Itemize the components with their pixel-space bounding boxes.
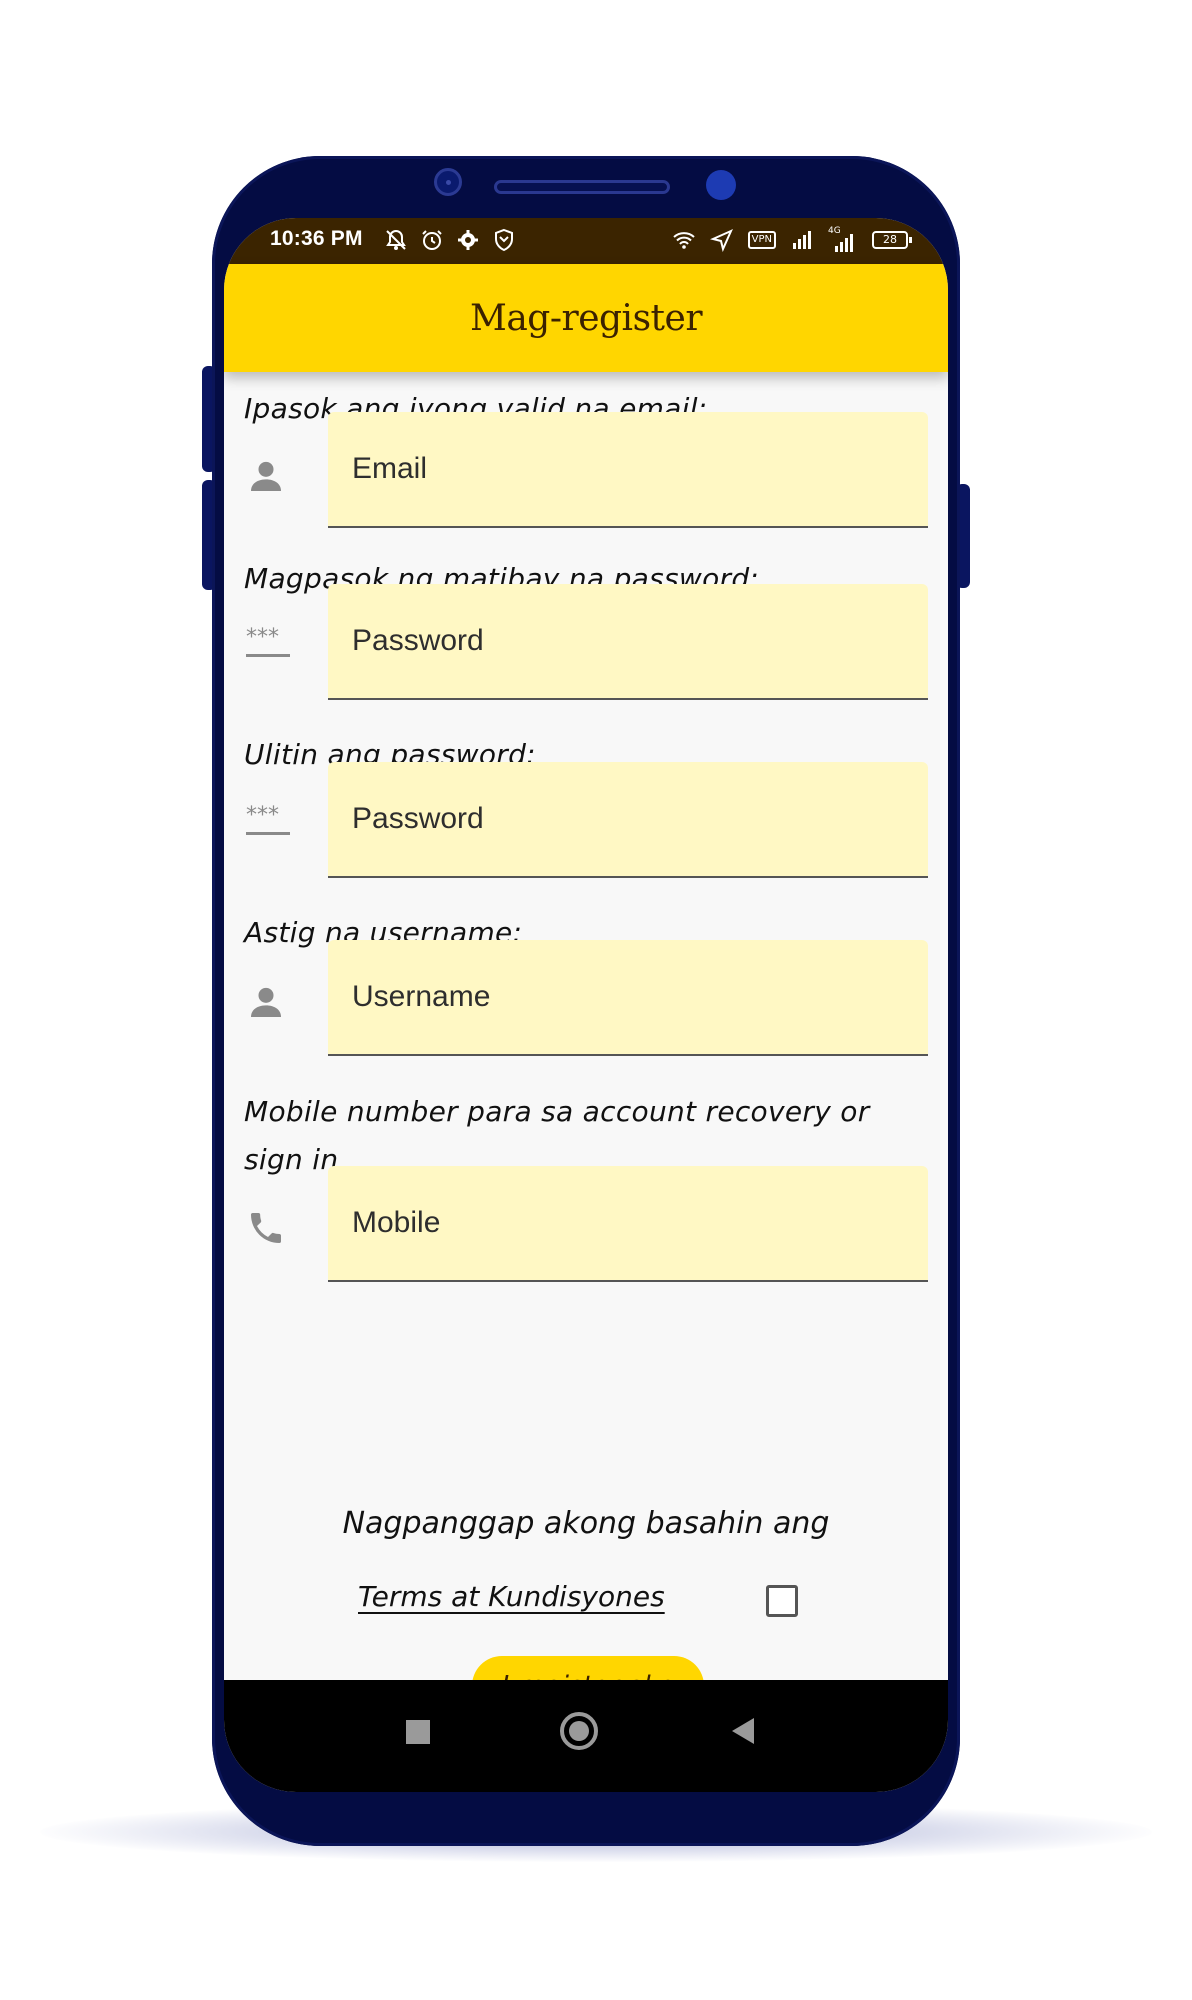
- username-placeholder: Username: [352, 980, 491, 1013]
- password-placeholder: Password: [352, 624, 484, 657]
- email-field[interactable]: Email: [328, 412, 928, 528]
- signal-4g-icon: 4G: [828, 226, 858, 252]
- battery-level: 28: [883, 233, 897, 246]
- app-bar: Mag-register: [224, 264, 948, 372]
- terms-checkbox[interactable]: [766, 1585, 798, 1617]
- confirm-password-field[interactable]: Password: [328, 762, 928, 878]
- vpn-label: VPN: [751, 234, 772, 245]
- person-icon: [251, 987, 281, 1017]
- person-icon: [251, 461, 281, 491]
- front-camera: [434, 168, 462, 196]
- password-icon: ***: [246, 625, 290, 657]
- page-title: Mag-register: [469, 297, 703, 339]
- status-right-icons: VPN 4G 28: [672, 226, 912, 252]
- phone-icon: [251, 1213, 281, 1243]
- confirm-password-placeholder: Password: [352, 802, 484, 835]
- earpiece-speaker: [494, 180, 670, 194]
- signal-icon: [793, 231, 811, 249]
- status-left-icons: [384, 228, 516, 252]
- battery-icon: 28: [872, 231, 912, 249]
- phone-frame: 10:36 PM VPN 4G 28 Mag-register Ipasok a…: [212, 156, 960, 1846]
- proximity-sensor: [706, 170, 736, 200]
- recent-apps-button[interactable]: [406, 1720, 430, 1744]
- username-field[interactable]: Username: [328, 940, 928, 1056]
- shield-icon: [495, 228, 513, 252]
- alarm-icon: [422, 230, 442, 250]
- terms-intro-text: Nagpanggap akong basahin ang: [342, 1506, 830, 1541]
- wifi-icon: [672, 232, 695, 249]
- vpn-icon: VPN: [747, 231, 776, 249]
- bell-off-icon: [386, 229, 406, 250]
- navigation-icon: [709, 229, 733, 252]
- register-form: Ipasok ang iyong valid na email: Email M…: [224, 372, 948, 1792]
- email-placeholder: Email: [352, 452, 428, 485]
- status-time: 10:36 PM: [270, 227, 363, 250]
- home-button[interactable]: [560, 1712, 598, 1750]
- status-bar: 10:36 PM VPN 4G 28: [224, 218, 948, 264]
- password-icon: ***: [246, 803, 290, 835]
- svg-text:***: ***: [246, 625, 279, 650]
- mobile-field[interactable]: Mobile: [328, 1166, 928, 1282]
- navigation-bar: [224, 1680, 948, 1792]
- mobile-placeholder: Mobile: [352, 1206, 441, 1239]
- phone-screen: 10:36 PM VPN 4G 28 Mag-register Ipasok a…: [224, 218, 948, 1792]
- svg-text:***: ***: [246, 803, 279, 828]
- gear-icon: [458, 230, 478, 250]
- back-button[interactable]: [732, 1718, 754, 1744]
- password-field[interactable]: Password: [328, 584, 928, 700]
- terms-link[interactable]: Terms at Kundisyones: [358, 1580, 665, 1613]
